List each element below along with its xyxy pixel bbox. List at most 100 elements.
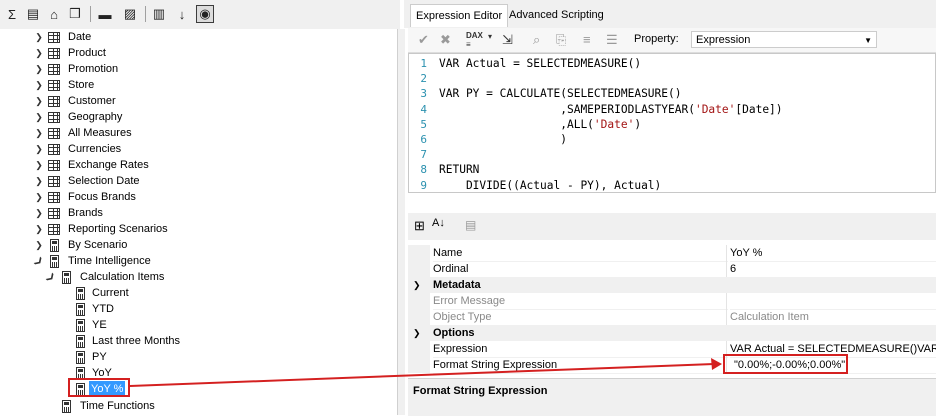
- calculator-icon: [76, 335, 85, 348]
- model-tree[interactable]: ❯ Date ❯ Product ❯ Promotion ❯ Store ❯ Customer ❯ G…: [0, 29, 397, 415]
- property-pages-icon[interactable]: ▤: [465, 218, 476, 232]
- code-line[interactable]: VAR PY = CALCULATE(SELECTEDMEASURE(): [439, 86, 681, 101]
- chevron-right-icon[interactable]: ❯: [34, 77, 44, 93]
- accept-icon[interactable]: ✔: [418, 32, 429, 48]
- perspective-icon[interactable]: ◉: [196, 5, 214, 23]
- replace-icon[interactable]: ⎘: [556, 32, 566, 48]
- chevron-right-icon[interactable]: ❯: [34, 109, 44, 125]
- tree-item-table[interactable]: ❯ Product: [0, 45, 397, 61]
- chevron-down-icon[interactable]: ❯: [30, 252, 48, 270]
- folder-icon[interactable]: ▬: [96, 5, 114, 23]
- editor-tabs: Expression Editor Advanced Scripting: [404, 0, 936, 28]
- tree-item-table[interactable]: ❯ Promotion: [0, 61, 397, 77]
- tree-item-calculation-item[interactable]: YE: [0, 317, 397, 333]
- chevron-right-icon[interactable]: ❯: [34, 141, 44, 157]
- tree-item-table[interactable]: ❯ Exchange Rates: [0, 157, 397, 173]
- tree-item-label: Customer: [68, 95, 116, 107]
- property-select-value: Expression: [696, 34, 751, 46]
- chevron-right-icon[interactable]: ❯: [34, 189, 44, 205]
- prop-row-format-string-expression[interactable]: Format String Expression "0.00%;-0.00%;0…: [408, 357, 936, 374]
- chevron-right-icon[interactable]: ❯: [34, 29, 44, 45]
- categorized-icon[interactable]: ⊞: [414, 218, 425, 234]
- code-line[interactable]: ,SAMEPERIODLASTYEAR('Date'[Date]): [439, 102, 782, 117]
- tree-item-label: YTD: [92, 303, 114, 315]
- chevron-right-icon[interactable]: ❯: [34, 125, 44, 141]
- hierarchy-icon[interactable]: ⌂: [45, 5, 63, 23]
- tree-item-table[interactable]: ❯ Selection Date: [0, 173, 397, 189]
- chevron-right-icon[interactable]: ❯: [34, 157, 44, 173]
- tree-item-table[interactable]: ❯ Date: [0, 29, 397, 45]
- code-line[interactable]: RETURN: [439, 162, 479, 177]
- date-table-icon: [48, 32, 60, 43]
- pane-splitter[interactable]: [397, 29, 405, 415]
- chevron-right-icon[interactable]: ❯: [34, 173, 44, 189]
- dax-format-icon[interactable]: DAX ≡: [466, 31, 483, 49]
- prop-row-ordinal[interactable]: Ordinal 6: [408, 261, 936, 278]
- columns-icon[interactable]: ▥: [150, 5, 168, 23]
- chevron-down-icon[interactable]: ❯: [413, 325, 421, 341]
- code-line[interactable]: VAR Actual = SELECTEDMEASURE(): [439, 56, 641, 71]
- chevron-right-icon[interactable]: ❯: [34, 221, 44, 237]
- column-icon[interactable]: ▤: [24, 5, 42, 23]
- property-grid-toolbar: ⊞ A↓ ▤: [408, 213, 936, 241]
- line-number: 7: [420, 148, 427, 162]
- chevron-right-icon[interactable]: ❯: [34, 93, 44, 109]
- prop-value-ordinal[interactable]: 6: [730, 261, 936, 278]
- calculator-icon: [76, 303, 85, 316]
- prop-row-object-type[interactable]: Object Type Calculation Item: [408, 309, 936, 326]
- tree-item-calculation-item[interactable]: Last three Months: [0, 333, 397, 349]
- tree-item-calculation-item[interactable]: YoY: [0, 365, 397, 381]
- prop-row-name[interactable]: Name YoY %: [408, 245, 936, 262]
- chevron-right-icon[interactable]: ❯: [34, 45, 44, 61]
- tree-item-table[interactable]: ❯ By Scenario: [0, 237, 397, 253]
- tab-advanced-scripting[interactable]: Advanced Scripting: [504, 4, 609, 26]
- tree-item-table[interactable]: ❯ Time Intelligence: [0, 253, 397, 269]
- prop-row-expression[interactable]: Expression VAR Actual = SELECTEDMEASURE(…: [408, 341, 936, 358]
- chevron-down-icon[interactable]: ❯: [42, 268, 60, 286]
- tree-item-calculation-item[interactable]: PY: [0, 349, 397, 365]
- cancel-icon[interactable]: ✖: [440, 32, 451, 48]
- category-metadata[interactable]: ❯ Metadata: [408, 277, 936, 293]
- code-line[interactable]: ): [439, 132, 567, 147]
- find-icon[interactable]: ⌕: [533, 32, 540, 48]
- code-line[interactable]: ,ALL('Date'): [439, 117, 641, 132]
- tree-item-label: All Measures: [68, 127, 132, 139]
- comment-icon[interactable]: ≡: [583, 32, 591, 47]
- property-select[interactable]: Expression ▼: [691, 31, 877, 48]
- table-icon: [48, 112, 60, 123]
- tree-item-table[interactable]: ❯ Store: [0, 77, 397, 93]
- property-label: Property:: [634, 33, 679, 45]
- category-options[interactable]: ❯ Options: [408, 325, 936, 341]
- tree-item-table[interactable]: ❯ Currencies: [0, 141, 397, 157]
- hide-icon[interactable]: ▨: [121, 5, 139, 23]
- tab-expression-editor[interactable]: Expression Editor: [410, 4, 509, 27]
- chevron-down-icon: ▼: [864, 36, 872, 45]
- sort-az-icon[interactable]: ↓: [173, 5, 191, 23]
- chevron-right-icon[interactable]: ❯: [34, 61, 44, 77]
- dax-code-editor[interactable]: 1 2 3 4 5 6 7 8 9 VAR Actual = SELECTEDMEASURE() V…: [408, 53, 936, 193]
- tree-item-folder[interactable]: ❯ Calculation Items: [0, 269, 397, 285]
- chevron-down-icon[interactable]: ❯: [413, 277, 421, 293]
- tree-item-folder[interactable]: Time Functions: [0, 398, 397, 414]
- cube-icon[interactable]: ❒: [66, 5, 84, 23]
- tree-item-table[interactable]: ❯ Focus Brands: [0, 189, 397, 205]
- tree-item-calculation-item[interactable]: Current: [0, 285, 397, 301]
- table-icon: [48, 176, 60, 187]
- tree-item-table[interactable]: ❯ Customer: [0, 93, 397, 109]
- tree-item-calculation-item[interactable]: YTD: [0, 301, 397, 317]
- tree-item-table[interactable]: ❯ All Measures: [0, 125, 397, 141]
- tree-item-table[interactable]: ❯ Geography: [0, 109, 397, 125]
- sort-alphabetical-icon[interactable]: A↓: [432, 217, 445, 229]
- prop-value-name[interactable]: YoY %: [730, 245, 936, 262]
- prop-row-error-message[interactable]: Error Message: [408, 293, 936, 310]
- code-line[interactable]: DIVIDE((Actual - PY), Actual): [439, 178, 661, 193]
- chevron-right-icon[interactable]: ❯: [34, 237, 44, 253]
- uncomment-icon[interactable]: ☰: [606, 32, 618, 48]
- sigma-icon[interactable]: Σ: [3, 5, 21, 23]
- dropdown-arrow-icon[interactable]: ▾: [488, 32, 492, 41]
- tree-item-table[interactable]: ❯ Brands: [0, 205, 397, 221]
- tree-item-calculation-item[interactable]: YoY %: [0, 381, 397, 397]
- deploy-icon[interactable]: ⇲: [502, 32, 513, 48]
- chevron-right-icon[interactable]: ❯: [34, 205, 44, 221]
- tree-item-table[interactable]: ❯ Reporting Scenarios: [0, 221, 397, 237]
